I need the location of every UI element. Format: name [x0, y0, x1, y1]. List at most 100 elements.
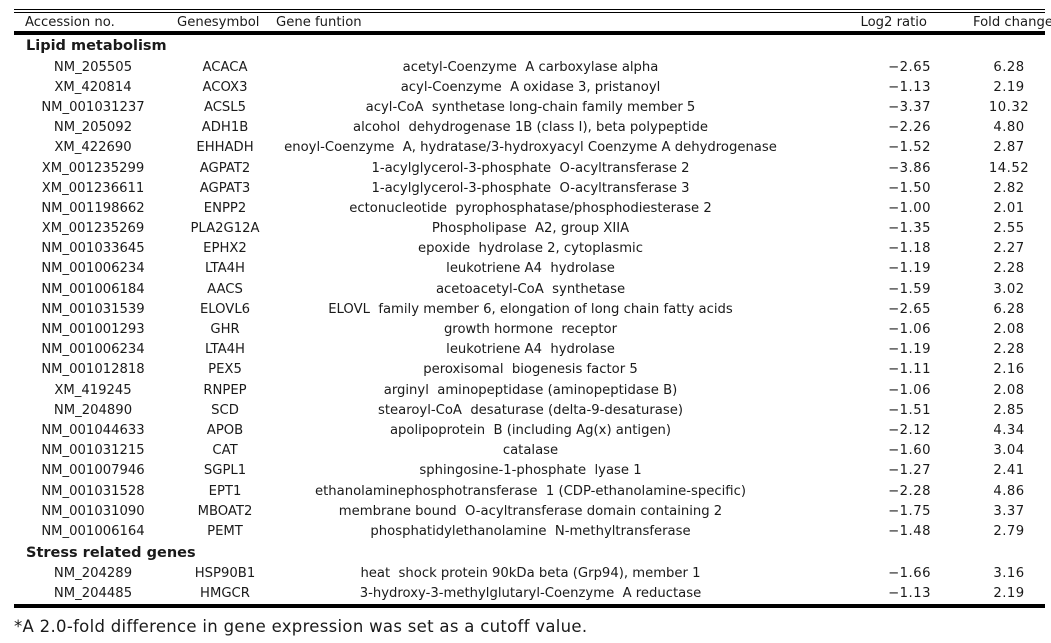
- symbol-cell: ACOX3: [202, 79, 248, 95]
- table-body: Lipid metabolism NM_205505 ACACA acetyl-Coe…: [14, 35, 1045, 604]
- function-cell: acyl-Coenzyme A oxidase 3, pristanoyl: [400, 79, 661, 95]
- function-cell: sphingosine-1-phosphate lyase 1: [419, 463, 642, 479]
- fold-cell: 4.34: [993, 422, 1025, 438]
- log2-cell: −2.65: [888, 301, 931, 317]
- fold-cell: 3.04: [993, 443, 1025, 459]
- function-cell: acetyl-Coenzyme A carboxylase alpha: [402, 59, 659, 75]
- symbol-cell: PEMT: [207, 523, 243, 539]
- fold-cell: 3.16: [993, 566, 1025, 582]
- function-cell: acetoacetyl-CoA synthetase: [435, 281, 626, 297]
- table-row: NM_001031215 CAT catalase −1.60 3.04: [14, 441, 1045, 461]
- symbol-cell: ELOVL6: [199, 301, 251, 317]
- fold-cell: 2.19: [993, 586, 1025, 602]
- fold-cell: 6.28: [993, 301, 1025, 317]
- fold-cell: 2.82: [993, 180, 1025, 196]
- function-cell: phosphatidylethanolamine N-methyltransfe…: [370, 523, 691, 539]
- log2-cell: −1.19: [888, 261, 931, 277]
- accession-cell: XM_001236611: [41, 180, 145, 196]
- fold-cell: 2.79: [993, 523, 1025, 539]
- symbol-cell: AGPAT3: [199, 180, 251, 196]
- accession-cell: NM_001006234: [41, 342, 145, 358]
- symbol-cell: ACSL5: [203, 99, 247, 115]
- table-row: XM_001236611 AGPAT3 1-acylglycerol-3-phosp…: [14, 178, 1045, 198]
- symbol-cell: SGPL1: [203, 463, 247, 479]
- symbol-cell: PLA2G12A: [190, 221, 260, 237]
- symbol-cell: RNPEP: [203, 382, 247, 398]
- log2-cell: −1.51: [888, 402, 931, 418]
- fold-cell: 2.08: [993, 382, 1025, 398]
- log2-cell: −1.06: [888, 322, 931, 338]
- table-row: NM_001006234 LTA4H leukotriene A4 hydrolas…: [14, 340, 1045, 360]
- table-row: NM_001031539 ELOVL6 ELOVL family member 6,…: [14, 299, 1045, 319]
- log2-cell: −2.28: [888, 483, 931, 499]
- function-cell: acyl-CoA synthetase long-chain family me…: [365, 99, 696, 115]
- fold-cell: 4.86: [993, 483, 1025, 499]
- table-row: NM_001031090 MBOAT2 membrane bound O-acylt…: [14, 501, 1045, 521]
- header-fold: Fold change: [973, 14, 1051, 30]
- table-row: NM_001006184 AACS acetoacetyl-CoA syntheta…: [14, 279, 1045, 299]
- fold-cell: 14.52: [988, 160, 1030, 176]
- function-cell: 3-hydroxy-3-methylglutaryl-Coenzyme A re…: [359, 586, 702, 602]
- table-row: NM_001007946 SGPL1 sphingosine-1-phosphate…: [14, 461, 1045, 481]
- function-cell: 1-acylglycerol-3-phosphate O-acyltransfe…: [371, 180, 690, 196]
- function-cell: apolipoprotein B (including Ag(x) antige…: [389, 422, 672, 438]
- log2-cell: −1.13: [888, 79, 931, 95]
- log2-cell: −2.12: [888, 422, 931, 438]
- function-cell: arginyl aminopeptidase (aminopeptidase B…: [383, 382, 678, 398]
- function-cell: Phospholipase A2, group XIIA: [431, 221, 630, 237]
- symbol-cell: APOB: [206, 422, 244, 438]
- function-cell: alcohol dehydrogenase 1B (class I), beta…: [353, 120, 708, 136]
- accession-cell: NM_205092: [53, 120, 133, 136]
- function-cell: stearoyl-CoA desaturase (delta-9-desatur…: [377, 402, 684, 418]
- log2-cell: −1.75: [888, 503, 931, 519]
- accession-cell: NM_001031539: [41, 301, 145, 317]
- function-cell: leukotriene A4 hydrolase: [446, 342, 615, 358]
- header-row: Accession no. Genesymbol Gene funtion Lo…: [14, 13, 1051, 31]
- log2-cell: −1.66: [888, 566, 931, 582]
- symbol-cell: LTA4H: [205, 342, 245, 358]
- log2-cell: −1.35: [888, 221, 931, 237]
- accession-cell: NM_001031237: [41, 99, 145, 115]
- top-rule: [14, 9, 1045, 10]
- symbol-cell: HSP90B1: [194, 566, 256, 582]
- function-cell: 1-acylglycerol-3-phosphate O-acyltransfe…: [371, 160, 690, 176]
- table-row: NM_204485 HMGCR 3-hydroxy-3-methylglutaryl…: [14, 584, 1045, 604]
- function-cell: heat shock protein 90kDa beta (Grp94), m…: [360, 566, 701, 582]
- symbol-cell: LTA4H: [205, 261, 245, 277]
- fold-cell: 2.28: [993, 261, 1025, 277]
- accession-cell: NM_204890: [53, 402, 133, 418]
- symbol-cell: CAT: [212, 443, 238, 459]
- fold-cell: 2.41: [993, 463, 1025, 479]
- fold-cell: 3.37: [993, 503, 1025, 519]
- fold-cell: 2.85: [993, 402, 1025, 418]
- log2-cell: −1.60: [888, 443, 931, 459]
- gene-expression-table: Accession no. Genesymbol Gene funtion Lo…: [14, 9, 1051, 608]
- log2-cell: −1.50: [888, 180, 931, 196]
- table-row: NM_001044633 APOB apolipoprotein B (includ…: [14, 420, 1045, 440]
- symbol-cell: EPHX2: [203, 241, 247, 257]
- function-cell: peroxisomal biogenesis factor 5: [423, 362, 638, 378]
- accession-cell: XM_001235269: [41, 221, 145, 237]
- header-log2: Log2 ratio: [860, 14, 927, 30]
- fold-cell: 2.55: [993, 221, 1025, 237]
- table-row: NM_001031237 ACSL5 acyl-CoA synthetase lon…: [14, 97, 1045, 117]
- fold-cell: 10.32: [988, 99, 1030, 115]
- accession-cell: NM_001001293: [41, 322, 145, 338]
- log2-cell: −1.00: [888, 200, 931, 216]
- symbol-cell: SCD: [211, 402, 239, 418]
- table-row: NM_204890 SCD stearoyl-CoA desaturase (del…: [14, 400, 1045, 420]
- table-row: NM_001006234 LTA4H leukotriene A4 hydrolas…: [14, 259, 1045, 279]
- accession-cell: NM_204485: [53, 586, 133, 602]
- accession-cell: XM_420814: [54, 79, 132, 95]
- table-row: NM_001006164 PEMT phosphatidylethanolamine…: [14, 521, 1045, 541]
- symbol-cell: PEX5: [208, 362, 242, 378]
- accession-cell: NM_001031215: [41, 443, 145, 459]
- function-cell: epoxide hydrolase 2, cytoplasmic: [418, 241, 643, 257]
- table-row: NM_001001293 GHR growth hormone receptor −1…: [14, 319, 1045, 339]
- function-cell: ELOVL family member 6, elongation of lon…: [328, 301, 733, 317]
- fold-cell: 2.16: [993, 362, 1025, 378]
- symbol-cell: GHR: [210, 322, 240, 338]
- header-symbol: Genesymbol: [177, 14, 260, 30]
- accession-cell: NM_001006234: [41, 261, 145, 277]
- fold-cell: 2.87: [993, 140, 1025, 156]
